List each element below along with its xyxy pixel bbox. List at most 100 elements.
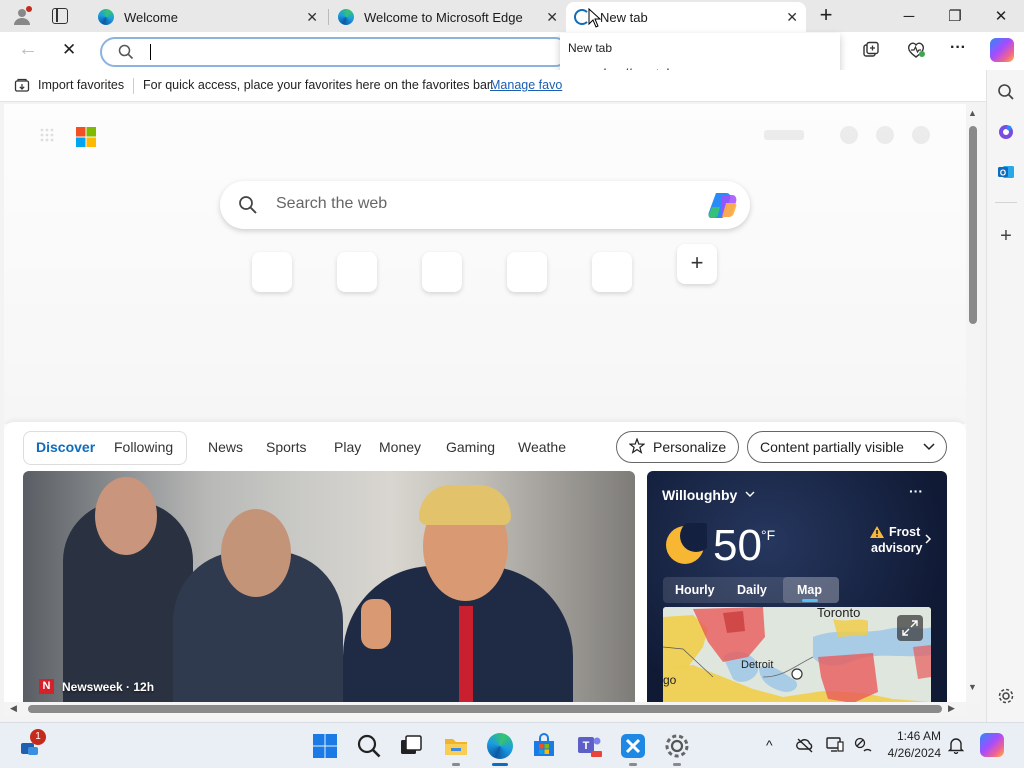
mouse-cursor-icon — [588, 8, 602, 28]
weather-more-icon[interactable]: ··· — [909, 483, 923, 499]
feed-tab-sports[interactable]: Sports — [266, 439, 306, 455]
address-input[interactable] — [148, 44, 548, 62]
quick-link-tile[interactable] — [592, 252, 632, 292]
vertical-scrollbar[interactable]: ▲ ▼ — [966, 104, 980, 704]
copilot-taskbar-icon[interactable] — [980, 733, 1004, 757]
expand-map-icon[interactable] — [897, 615, 923, 641]
horizontal-scrollbar[interactable]: ◀ ▶ — [4, 702, 966, 716]
chevron-right-icon[interactable] — [923, 533, 933, 548]
minimize-button[interactable]: ─ — [886, 0, 932, 32]
add-sidebar-app-icon[interactable]: + — [994, 224, 1018, 248]
weather-tab-daily[interactable]: Daily — [737, 583, 767, 597]
text-caret — [150, 44, 151, 60]
news-source[interactable]: N Newsweek · 12h — [39, 679, 154, 694]
new-tab-button[interactable]: + — [814, 3, 838, 27]
search-icon[interactable] — [994, 80, 1018, 104]
feed-tab-following[interactable]: Following — [114, 439, 173, 455]
tab-title: New tab — [600, 9, 648, 25]
edge-icon — [338, 9, 354, 25]
content-visibility-dropdown[interactable]: Content partially visible — [747, 431, 947, 463]
feed-tab-gaming[interactable]: Gaming — [446, 439, 495, 455]
tools-app-icon[interactable] — [620, 733, 646, 759]
import-favorites-button[interactable]: Import favorites — [38, 78, 124, 92]
close-tab-icon[interactable]: ✕ — [786, 9, 798, 26]
feed-tab-play[interactable]: Play — [334, 439, 361, 455]
tab-new-tab[interactable]: New tab ✕ — [566, 2, 806, 32]
chevron-down-icon[interactable] — [744, 488, 756, 503]
task-view-icon[interactable] — [398, 733, 424, 759]
collections-icon[interactable] — [862, 41, 880, 59]
sidebar-settings-icon[interactable] — [994, 684, 1018, 708]
feed-tab-money[interactable]: Money — [379, 439, 421, 455]
scroll-left-arrow[interactable]: ◀ — [10, 703, 17, 714]
web-search-placeholder[interactable]: Search the web — [276, 195, 387, 213]
tab-welcome[interactable]: Welcome ✕ — [90, 2, 326, 32]
restore-button[interactable]: ❐ — [932, 0, 978, 32]
weather-alert[interactable]: advisory — [871, 541, 922, 555]
file-explorer-icon[interactable] — [443, 733, 469, 759]
weather-map[interactable]: Toronto Detroit go — [663, 607, 931, 704]
weather-location[interactable]: Willoughby — [662, 487, 737, 503]
start-icon[interactable] — [312, 733, 338, 759]
profile-icon[interactable] — [12, 6, 32, 26]
feed-tab-discover[interactable]: Discover — [36, 439, 95, 455]
quick-link-tile[interactable] — [252, 252, 292, 292]
quick-link-tile[interactable] — [422, 252, 462, 292]
search-icon — [118, 44, 134, 63]
weather-tab-hourly[interactable]: Hourly — [675, 583, 715, 597]
notifications-bell-icon[interactable] — [947, 736, 965, 757]
suggestion-item[interactable]: New tab — [568, 41, 612, 55]
scroll-up-arrow[interactable]: ▲ — [968, 108, 977, 118]
close-tab-icon[interactable]: ✕ — [306, 9, 318, 26]
notification-badge: 1 — [30, 729, 46, 745]
display-icon[interactable] — [826, 737, 844, 756]
tab-title: Welcome to Microsoft Edge — [364, 9, 523, 25]
copilot-sidebar-icon[interactable] — [994, 120, 1018, 144]
tab-strip: Welcome ✕ Welcome to Microsoft Edge ✕ Ne… — [0, 0, 1024, 32]
close-window-button[interactable]: ✕ — [978, 0, 1024, 32]
quick-link-tile[interactable] — [507, 252, 547, 292]
weather-card[interactable]: Willoughby ··· 50 °F Frost advisory Hour… — [647, 471, 947, 704]
outlook-icon[interactable]: O — [994, 160, 1018, 184]
copilot-search-icon[interactable] — [708, 191, 738, 219]
feed-tab-weather[interactable]: Weathe — [518, 439, 566, 455]
settings-icon[interactable] — [664, 733, 690, 759]
edge-taskbar-icon[interactable] — [487, 733, 513, 759]
show-hidden-icons-button[interactable]: ^ — [766, 737, 773, 753]
store-icon[interactable] — [531, 733, 557, 759]
new-tab-background — [4, 104, 966, 424]
favorites-divider — [133, 78, 134, 94]
stop-loading-button[interactable]: ✕ — [62, 40, 76, 60]
personalize-button[interactable]: Personalize — [616, 431, 740, 463]
tab-welcome-edge[interactable]: Welcome to Microsoft Edge ✕ — [330, 2, 566, 32]
apps-launcher-icon[interactable] — [40, 128, 54, 142]
copilot-icon[interactable] — [990, 38, 1014, 62]
clock-date[interactable]: 4/26/2024 — [885, 746, 941, 760]
back-button[interactable]: ← — [18, 38, 38, 61]
photo-figure — [361, 599, 391, 649]
tab-actions-icon[interactable] — [52, 8, 68, 24]
manage-favorites-link[interactable]: Manage favo — [490, 78, 562, 92]
add-quick-link-button[interactable]: + — [677, 244, 717, 284]
browser-essentials-icon[interactable] — [906, 41, 926, 59]
map-label-city: Toronto — [817, 607, 861, 620]
vertical-scroll-thumb[interactable] — [969, 126, 977, 324]
quick-link-tile[interactable] — [337, 252, 377, 292]
close-tab-icon[interactable]: ✕ — [546, 9, 558, 26]
weather-tab-map[interactable]: Map — [797, 583, 822, 597]
onedrive-icon[interactable] — [796, 737, 814, 756]
chevron-down-icon — [922, 439, 936, 456]
more-menu-button[interactable]: ··· — [950, 39, 966, 57]
search-icon[interactable] — [356, 733, 382, 759]
feed-tab-news[interactable]: News — [208, 439, 243, 455]
web-search-box[interactable]: Search the web — [220, 181, 750, 229]
weather-alert[interactable]: Frost — [889, 525, 920, 539]
teams-icon[interactable]: T — [576, 733, 602, 759]
clock-time[interactable]: 1:46 AM — [895, 729, 941, 743]
scroll-right-arrow[interactable]: ▶ — [948, 703, 955, 714]
network-status-icon[interactable] — [854, 737, 872, 756]
scroll-down-arrow[interactable]: ▼ — [968, 682, 977, 692]
news-card-image[interactable]: N Newsweek · 12h — [23, 471, 635, 704]
horizontal-scroll-thumb[interactable] — [28, 705, 942, 713]
address-bar[interactable] — [100, 37, 570, 67]
